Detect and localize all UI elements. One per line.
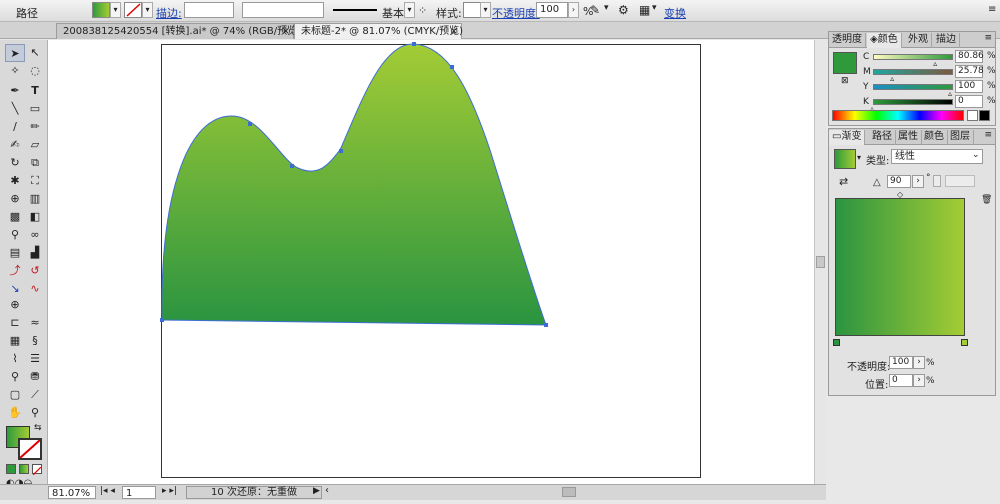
stop-position-label: 位置: — [865, 380, 889, 391]
angle-icon: △ — [873, 177, 881, 188]
unit-label: % — [987, 66, 996, 76]
tab-color-guide[interactable]: 颜色 — [921, 130, 948, 145]
slider-marker-icon[interactable]: ▵ — [948, 89, 952, 98]
position-stepper-icon[interactable]: › — [913, 374, 925, 387]
anchor-point[interactable] — [160, 318, 164, 322]
color-panel: 透明度 ◈颜色 外观 描边 ≡ ⊠ C 80.86 % ▵ M 25.78 % … — [828, 31, 996, 126]
yellow-slider[interactable] — [873, 84, 953, 90]
unit-label: % — [987, 96, 996, 106]
anchor-point[interactable] — [450, 65, 454, 69]
stop-position-field[interactable]: 0 — [889, 374, 913, 387]
status-text[interactable]: 10 次还原：无重做 — [186, 486, 322, 499]
anchor-point[interactable] — [339, 149, 343, 153]
channel-label: C — [863, 52, 870, 62]
anchor-point[interactable] — [248, 122, 252, 126]
tab-stroke[interactable]: 描边 — [933, 33, 960, 48]
tab-appearance[interactable]: 外观 — [905, 33, 932, 48]
scroll-left-icon[interactable]: ‹ — [325, 485, 329, 496]
magenta-slider[interactable] — [873, 69, 953, 75]
spectrum-black[interactable] — [979, 110, 990, 121]
status-menu-arrow-icon[interactable]: ▶ — [313, 486, 320, 496]
current-color-swatch[interactable] — [833, 52, 857, 74]
out-of-gamut-icon[interactable]: ⊠ — [841, 76, 849, 86]
mountain-path[interactable] — [161, 43, 547, 326]
type-dropdown-icon[interactable]: ⌄ — [972, 150, 980, 160]
hscroll-thumb[interactable] — [562, 487, 576, 497]
anchor-point[interactable] — [544, 323, 548, 327]
scroll-thumb[interactable] — [816, 256, 825, 268]
slider-marker-icon[interactable]: ▵ — [933, 59, 937, 68]
unit-label: % — [926, 358, 935, 368]
tab-color-label: 颜色 — [877, 34, 898, 45]
delete-stop-icon[interactable]: 🗑 — [981, 195, 992, 205]
channel-label: K — [863, 97, 869, 107]
cyan-value[interactable]: 80.86 — [955, 50, 984, 63]
tab-attributes[interactable]: 属性 — [895, 130, 922, 145]
vertical-scrollbar[interactable] — [814, 40, 826, 484]
black-slider[interactable] — [873, 99, 953, 105]
anchor-point[interactable] — [412, 42, 416, 46]
reverse-gradient-icon[interactable]: ⇄ — [839, 175, 848, 188]
tab-layers[interactable]: 图层 — [947, 130, 974, 145]
tab-gradient[interactable]: ▭渐变 — [829, 130, 866, 145]
thumbnail-dropdown-icon[interactable]: ▾ — [857, 153, 861, 162]
gradient-panel-tabs: ▭渐变 路径 属性 颜色 图层 ≡ — [829, 129, 995, 145]
gradient-preview[interactable] — [835, 198, 965, 336]
panel-menu-icon[interactable]: ≡ — [984, 33, 992, 43]
unit-label: % — [987, 81, 996, 91]
zoom-field[interactable]: 81.07% — [48, 486, 96, 499]
status-bar: 81.07% |◂ ◂ 1 ▸ ▸| 10 次还原：无重做 ▶ ‹ — [0, 484, 826, 500]
angle-dropdown-icon[interactable]: › — [912, 175, 924, 188]
channel-label: M — [863, 67, 871, 77]
aspect-field — [945, 175, 975, 187]
stop-opacity-field[interactable]: 100 — [889, 356, 913, 369]
stop-opacity-label: 不透明度: — [847, 362, 891, 373]
magenta-value[interactable]: 25.78 — [955, 65, 984, 78]
color-panel-tabs: 透明度 ◈颜色 外观 描边 ≡ — [829, 32, 995, 48]
black-value[interactable]: 0 — [955, 95, 983, 108]
tab-color[interactable]: ◈颜色 — [867, 33, 902, 48]
gradient-type-select[interactable]: 线性 — [891, 149, 983, 164]
gradient-panel: ▭渐变 路径 属性 颜色 图层 ≡ ▾ 类型: 线性 ⌄ ⇄ △ 90 › ° … — [828, 128, 996, 396]
gradient-stop-right[interactable] — [961, 339, 968, 346]
unit-label: % — [987, 51, 996, 61]
angle-field[interactable]: 90 — [887, 175, 911, 188]
artwork-layer — [160, 42, 548, 327]
aspect-icon — [933, 175, 941, 187]
type-label: 类型: — [866, 156, 890, 167]
tab-pathfinder[interactable]: 路径 — [869, 130, 896, 145]
color-spectrum-bar[interactable] — [832, 110, 964, 121]
artboard-field[interactable]: 1 — [122, 486, 156, 499]
channel-label: Y — [863, 82, 869, 92]
anchor-point[interactable] — [290, 164, 294, 168]
panel-menu-icon[interactable]: ≡ — [984, 130, 992, 140]
color-tab-icon: ◈ — [870, 34, 878, 45]
cyan-slider[interactable] — [873, 54, 953, 60]
gradient-thumbnail[interactable] — [834, 149, 856, 169]
opacity-stepper-icon[interactable]: › — [913, 356, 925, 369]
yellow-value[interactable]: 100 — [955, 80, 983, 93]
tab-gradient-label: 渐变 — [841, 131, 862, 142]
degree-symbol: ° — [926, 173, 931, 183]
panel-menu-icon[interactable]: ≡ — [988, 4, 996, 15]
spectrum-white[interactable] — [967, 110, 978, 121]
next-artboard-icon[interactable]: ▸ ▸| — [162, 486, 177, 496]
unit-label: % — [926, 376, 935, 386]
slider-marker-icon[interactable]: ▵ — [890, 74, 894, 83]
gradient-stop-left[interactable] — [833, 339, 840, 346]
tab-transparency[interactable]: 透明度 — [829, 33, 866, 48]
prev-artboard-icon[interactable]: |◂ ◂ — [100, 486, 115, 496]
